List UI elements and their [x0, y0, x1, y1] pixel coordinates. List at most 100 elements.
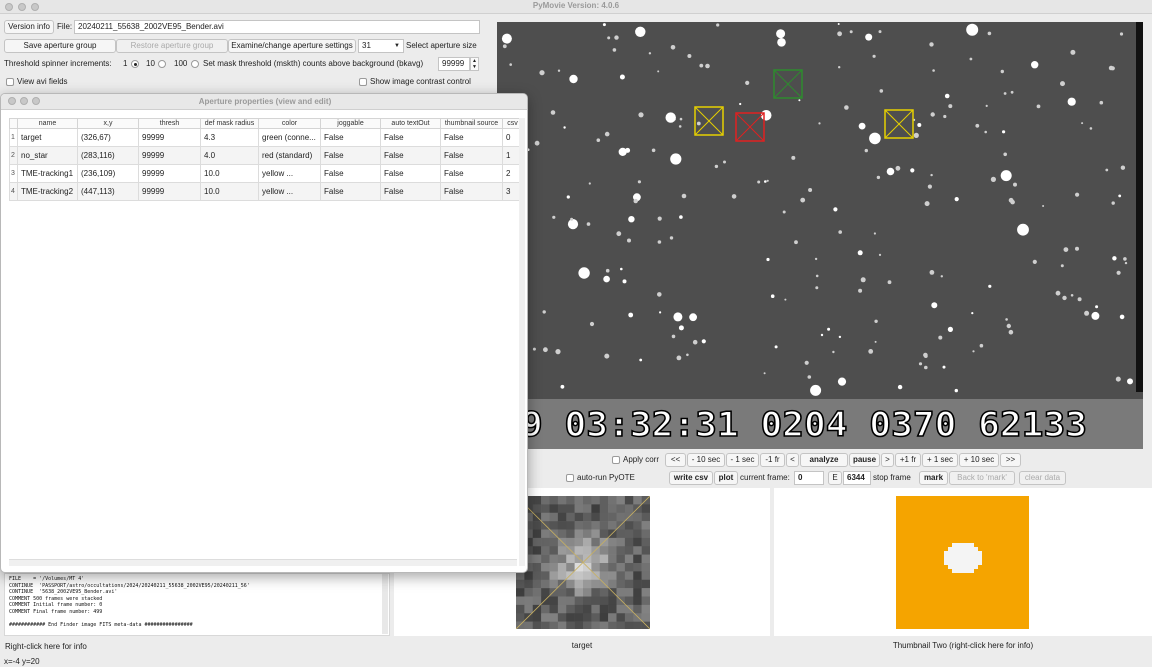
cell-auto-textout[interactable]: False [380, 128, 441, 147]
star [838, 66, 841, 69]
aperture-size-select[interactable]: 31 ▼ [358, 39, 404, 53]
star [815, 286, 819, 290]
dialog-horizontal-scrollbar[interactable] [9, 559, 517, 566]
cell-auto-textout[interactable]: False [380, 146, 441, 165]
write-csv-button[interactable]: write csv [669, 471, 713, 485]
plot-button[interactable]: plot [714, 471, 738, 485]
cell-thumbnail-source[interactable]: False [440, 182, 503, 201]
dialog-minimize-icon[interactable] [20, 97, 28, 105]
cell-mask-radius[interactable]: 10.0 [200, 182, 259, 201]
column-header-thumbnail-source[interactable]: thumbnail source [440, 118, 503, 129]
column-header-joggable[interactable]: joggable [320, 118, 381, 129]
aperture-target[interactable] [773, 69, 803, 99]
cell-color[interactable]: green (conne... [258, 128, 321, 147]
stop-frame-input[interactable]: 6344 [843, 471, 871, 485]
step-back-button[interactable]: < [786, 453, 799, 467]
cell-color[interactable]: yellow ... [258, 182, 321, 201]
back-to-mark-button[interactable]: Back to 'mark' [949, 471, 1015, 485]
thumbnail-two-panel[interactable] [774, 488, 1152, 636]
image-display[interactable]: 9 03:32:31 0204 0370 62133 [497, 22, 1143, 449]
aperture-tme-tracking1[interactable] [694, 106, 724, 136]
cell-mask-radius[interactable]: 4.3 [200, 128, 259, 147]
cell-joggable[interactable]: False [320, 128, 381, 147]
cell-thresh[interactable]: 99999 [138, 128, 201, 147]
table-row[interactable]: 3 TME-tracking1 (236,109) 99999 10.0 yellow .… [9, 164, 523, 183]
cell-thresh[interactable]: 99999 [138, 164, 201, 183]
increment-100-radio[interactable] [191, 60, 199, 68]
star [1099, 100, 1104, 105]
jump-forward-end-button[interactable]: >> [1000, 453, 1021, 467]
save-aperture-group-button[interactable]: Save aperture group [4, 39, 116, 53]
back-1-frame-button[interactable]: -1 fr [760, 453, 785, 467]
forward-10-sec-button[interactable]: + 10 sec [959, 453, 999, 467]
column-header-thresh[interactable]: thresh [138, 118, 201, 129]
column-header-name[interactable]: name [17, 118, 78, 129]
mask-threshold-stepper[interactable]: ▲ ▼ [470, 57, 479, 71]
cell-color[interactable]: yellow ... [258, 164, 321, 183]
column-header-auto-textout[interactable]: auto textOut [380, 118, 441, 129]
table-row[interactable]: 4 TME-tracking2 (447,113) 99999 10.0 yellow .… [9, 182, 523, 201]
file-field[interactable]: 20240211_55638_2002VE95_Bender.avi [74, 20, 480, 34]
cell-mask-radius[interactable]: 4.0 [200, 146, 259, 165]
column-header-xy[interactable]: x,y [77, 118, 139, 129]
restore-aperture-group-button[interactable]: Restore aperture group [116, 39, 228, 53]
aperture-tme-tracking2[interactable] [884, 109, 914, 139]
current-frame-input[interactable]: 0 [794, 471, 824, 485]
increment-10-radio[interactable] [158, 60, 166, 68]
mask-threshold-input[interactable]: 99999 [438, 57, 470, 71]
version-info-button[interactable]: Version info [4, 20, 54, 34]
view-avi-fields-checkbox[interactable] [6, 78, 14, 86]
cell-thresh[interactable]: 99999 [138, 146, 201, 165]
cell-name[interactable]: TME-tracking2 [17, 182, 78, 201]
cell-joggable[interactable]: False [320, 182, 381, 201]
meta-data-log[interactable]: FILE = '/Volumes/MT 4' CONTINUE 'PASSPORT… [4, 573, 390, 636]
thumbnail-two-caption[interactable]: Thumbnail Two (right-click here for info… [774, 641, 1152, 650]
cell-xy[interactable]: (447,113) [77, 182, 139, 201]
step-forward-button[interactable]: > [881, 453, 894, 467]
jump-back-end-button[interactable]: << [665, 453, 686, 467]
apply-corr-checkbox[interactable] [612, 456, 620, 464]
cell-joggable[interactable]: False [320, 146, 381, 165]
table-row[interactable]: 2 no_star (283,116) 99999 4.0 red (standard) F… [9, 146, 523, 165]
examine-aperture-settings-button[interactable]: Examine/change aperture settings [228, 39, 356, 53]
cell-xy[interactable]: (236,109) [77, 164, 139, 183]
cell-thumbnail-source[interactable]: False [440, 164, 503, 183]
table-row[interactable]: 1 target (326,67) 99999 4.3 green (conne... Fa… [9, 128, 523, 147]
dialog-close-icon[interactable] [8, 97, 16, 105]
mark-button[interactable]: mark [919, 471, 948, 485]
aperture-properties-dialog[interactable]: Aperture properties (view and edit) name… [0, 93, 528, 573]
cell-color[interactable]: red (standard) [258, 146, 321, 165]
cell-name[interactable]: TME-tracking1 [17, 164, 78, 183]
analyze-button[interactable]: analyze [800, 453, 848, 467]
dialog-zoom-icon[interactable] [32, 97, 40, 105]
dialog-vertical-scrollbar[interactable] [519, 118, 525, 566]
aperture-table[interactable]: name x,y thresh def mask radius color jo… [9, 118, 523, 201]
cell-auto-textout[interactable]: False [380, 164, 441, 183]
forward-1-sec-button[interactable]: + 1 sec [922, 453, 958, 467]
back-10-sec-button[interactable]: - 10 sec [687, 453, 725, 467]
cell-joggable[interactable]: False [320, 164, 381, 183]
cell-thresh[interactable]: 99999 [138, 182, 201, 201]
cell-thumbnail-source[interactable]: False [440, 128, 503, 147]
increment-1-radio[interactable] [131, 60, 139, 68]
column-header-color[interactable]: color [258, 118, 321, 129]
star [776, 29, 786, 39]
back-1-sec-button[interactable]: - 1 sec [726, 453, 759, 467]
clear-data-button[interactable]: clear data [1019, 471, 1066, 485]
e-button[interactable]: E [828, 471, 842, 485]
cell-mask-radius[interactable]: 10.0 [200, 164, 259, 183]
column-header-mask-radius[interactable]: def mask radius [200, 118, 259, 129]
cell-name[interactable]: target [17, 128, 78, 147]
cell-auto-textout[interactable]: False [380, 182, 441, 201]
show-contrast-checkbox[interactable] [359, 78, 367, 86]
cell-name[interactable]: no_star [17, 146, 78, 165]
aperture-no-star[interactable] [735, 112, 765, 142]
auto-run-pyote-checkbox[interactable] [566, 474, 574, 482]
forward-1-frame-button[interactable]: +1 fr [895, 453, 921, 467]
cell-xy[interactable]: (326,67) [77, 128, 139, 147]
log-scrollbar[interactable] [382, 574, 388, 634]
pause-button[interactable]: pause [849, 453, 880, 467]
right-click-info-label[interactable]: Right-click here for info [5, 641, 87, 653]
cell-xy[interactable]: (283,116) [77, 146, 139, 165]
cell-thumbnail-source[interactable]: False [440, 146, 503, 165]
